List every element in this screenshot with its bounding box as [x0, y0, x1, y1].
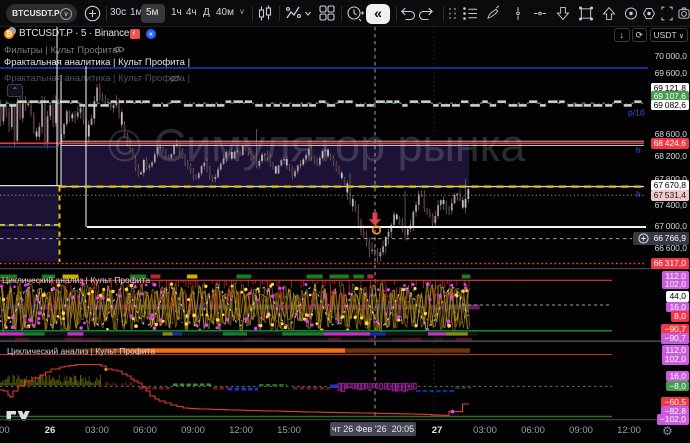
svg-text:h: h	[636, 145, 641, 155]
svg-text:h: h	[636, 189, 641, 199]
svg-text:р/1б: р/1б	[628, 108, 645, 118]
